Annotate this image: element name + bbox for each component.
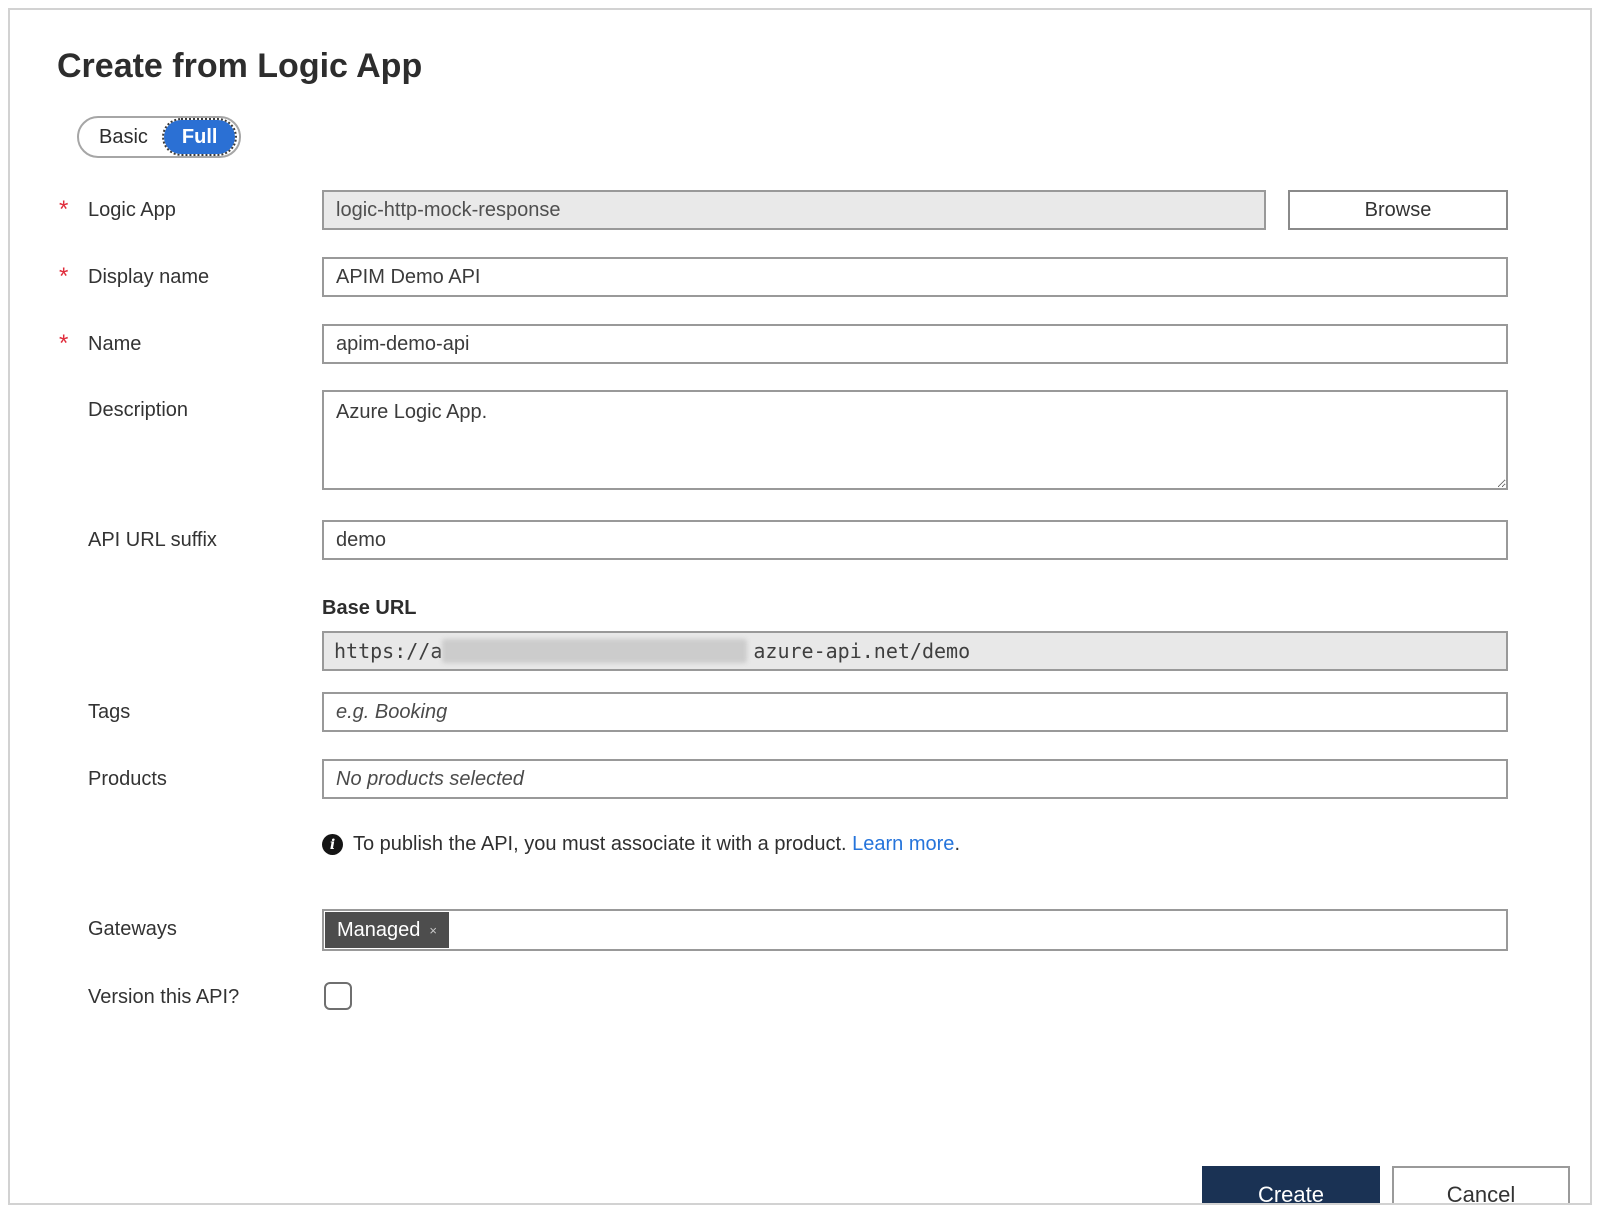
version-checkbox[interactable] <box>324 982 352 1010</box>
version-label: Version this API? <box>88 986 240 1008</box>
learn-more-link[interactable]: Learn more <box>852 833 954 855</box>
row-display-name: * Display name <box>57 257 1545 297</box>
api-url-suffix-label: API URL suffix <box>88 529 217 551</box>
required-asterisk: * <box>59 263 69 290</box>
row-tags: Tags <box>57 692 1545 732</box>
row-name: * Name <box>57 324 1545 364</box>
info-icon: i <box>322 834 343 855</box>
name-label: Name <box>88 333 142 355</box>
row-products: Products <box>57 759 1545 799</box>
row-version: Version this API? <box>57 982 1545 1012</box>
base-url-readonly-field: https://a azure-api.net/demo <box>322 631 1508 671</box>
base-url-suffix: azure-api.net/demo <box>753 639 971 663</box>
row-api-url-suffix: API URL suffix <box>57 520 1545 560</box>
cancel-button[interactable]: Cancel <box>1392 1166 1570 1203</box>
required-asterisk: * <box>59 196 69 223</box>
dialog-create-from-logic-app: Create from Logic App Basic Full * Logic… <box>8 8 1592 1205</box>
base-url-prefix: https://a <box>334 639 443 663</box>
required-asterisk: * <box>59 330 69 357</box>
product-note-text: To publish the API, you must associate i… <box>353 833 847 855</box>
row-gateways: Gateways Managed × <box>57 909 1545 951</box>
toggle-option-full[interactable]: Full <box>161 118 238 156</box>
gateways-label: Gateways <box>88 918 177 940</box>
logic-app-label: Logic App <box>88 199 176 221</box>
display-name-label: Display name <box>88 266 210 288</box>
toggle-option-basic[interactable]: Basic <box>83 126 164 149</box>
products-label: Products <box>88 768 167 790</box>
name-input[interactable] <box>322 324 1508 364</box>
base-url-label: Base URL <box>322 597 417 619</box>
description-label: Description <box>88 399 189 421</box>
remove-gateway-icon[interactable]: × <box>429 923 437 938</box>
footer-actions: Create Cancel <box>1202 1166 1570 1203</box>
gateways-input[interactable]: Managed × <box>322 909 1508 951</box>
logic-app-input[interactable] <box>322 190 1266 230</box>
row-logic-app: * Logic App Browse <box>57 190 1545 230</box>
redacted-url-segment <box>442 639 748 663</box>
row-base-url: Base URL https://a azure-api.net/demo <box>57 595 1545 671</box>
basic-full-toggle[interactable]: Basic Full <box>77 116 242 158</box>
page-title: Create from Logic App <box>57 47 423 85</box>
row-product-note: i To publish the API, you must associate… <box>57 833 1545 856</box>
products-input[interactable] <box>322 759 1508 799</box>
create-button[interactable]: Create <box>1202 1166 1380 1203</box>
tags-input[interactable] <box>322 692 1508 732</box>
tags-label: Tags <box>88 701 131 723</box>
display-name-input[interactable] <box>322 257 1508 297</box>
description-textarea[interactable]: Azure Logic App. <box>322 390 1508 490</box>
browse-button[interactable]: Browse <box>1288 190 1508 230</box>
gateway-chip-managed: Managed × <box>325 912 449 948</box>
row-description: Description Azure Logic App. <box>57 390 1545 490</box>
api-url-suffix-input[interactable] <box>322 520 1508 560</box>
note-period: . <box>954 833 960 855</box>
